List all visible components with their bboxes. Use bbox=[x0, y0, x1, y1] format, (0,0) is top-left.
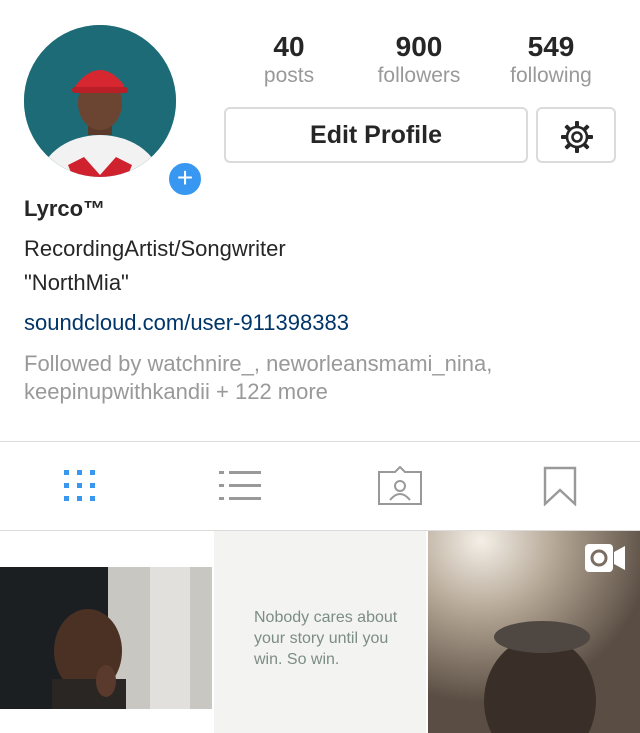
followed-by[interactable]: Followed by watchnire_, neworleansmami_n… bbox=[24, 350, 624, 406]
bio-link[interactable]: soundcloud.com/user-911398383 bbox=[24, 310, 624, 336]
post-grid: Nobody cares about your story until you … bbox=[0, 531, 640, 733]
add-story-icon[interactable]: + bbox=[166, 160, 204, 198]
tagged-photos-icon bbox=[378, 466, 422, 505]
bio-line-1: RecordingArtist/Songwriter bbox=[24, 236, 286, 261]
tab-tagged[interactable] bbox=[320, 442, 480, 530]
post-thumbnail-1[interactable] bbox=[0, 531, 212, 733]
list-icon bbox=[219, 471, 261, 500]
followers-count: 900 bbox=[395, 31, 443, 62]
profile-avatar-wrap[interactable]: + bbox=[24, 25, 204, 198]
following-count: 549 bbox=[527, 31, 575, 62]
gear-icon bbox=[561, 121, 593, 153]
followers-label: followers bbox=[377, 64, 461, 87]
post-thumbnail-3[interactable] bbox=[428, 531, 640, 733]
avatar[interactable] bbox=[24, 25, 176, 177]
bookmark-icon bbox=[543, 466, 577, 506]
profile-bio: Lyrco™ RecordingArtist/Songwriter "North… bbox=[24, 196, 624, 406]
profile-name: Lyrco™ bbox=[24, 196, 106, 221]
tab-saved[interactable] bbox=[480, 442, 640, 530]
tab-list[interactable] bbox=[160, 442, 320, 530]
posts-label: posts bbox=[263, 64, 315, 87]
edit-profile-button[interactable]: Edit Profile bbox=[224, 107, 528, 163]
post-quote-text: Nobody cares about your story until you … bbox=[254, 609, 398, 668]
tab-grid[interactable] bbox=[0, 442, 160, 530]
video-icon bbox=[585, 544, 625, 572]
stat-posts[interactable]: 40 posts bbox=[224, 30, 354, 88]
bio-line-2: "NorthMia" bbox=[24, 270, 129, 295]
post-thumbnail-2[interactable]: Nobody cares about your story until you … bbox=[214, 531, 426, 733]
posts-count: 40 bbox=[273, 31, 305, 62]
stat-following[interactable]: 549 following bbox=[486, 30, 616, 88]
grid-icon bbox=[64, 470, 95, 501]
profile-tabs bbox=[0, 442, 640, 530]
profile-stats: 40 posts 900 followers 549 following bbox=[224, 30, 616, 90]
following-label: following bbox=[510, 64, 592, 87]
stat-followers[interactable]: 900 followers bbox=[354, 30, 484, 88]
settings-button[interactable] bbox=[536, 107, 616, 163]
